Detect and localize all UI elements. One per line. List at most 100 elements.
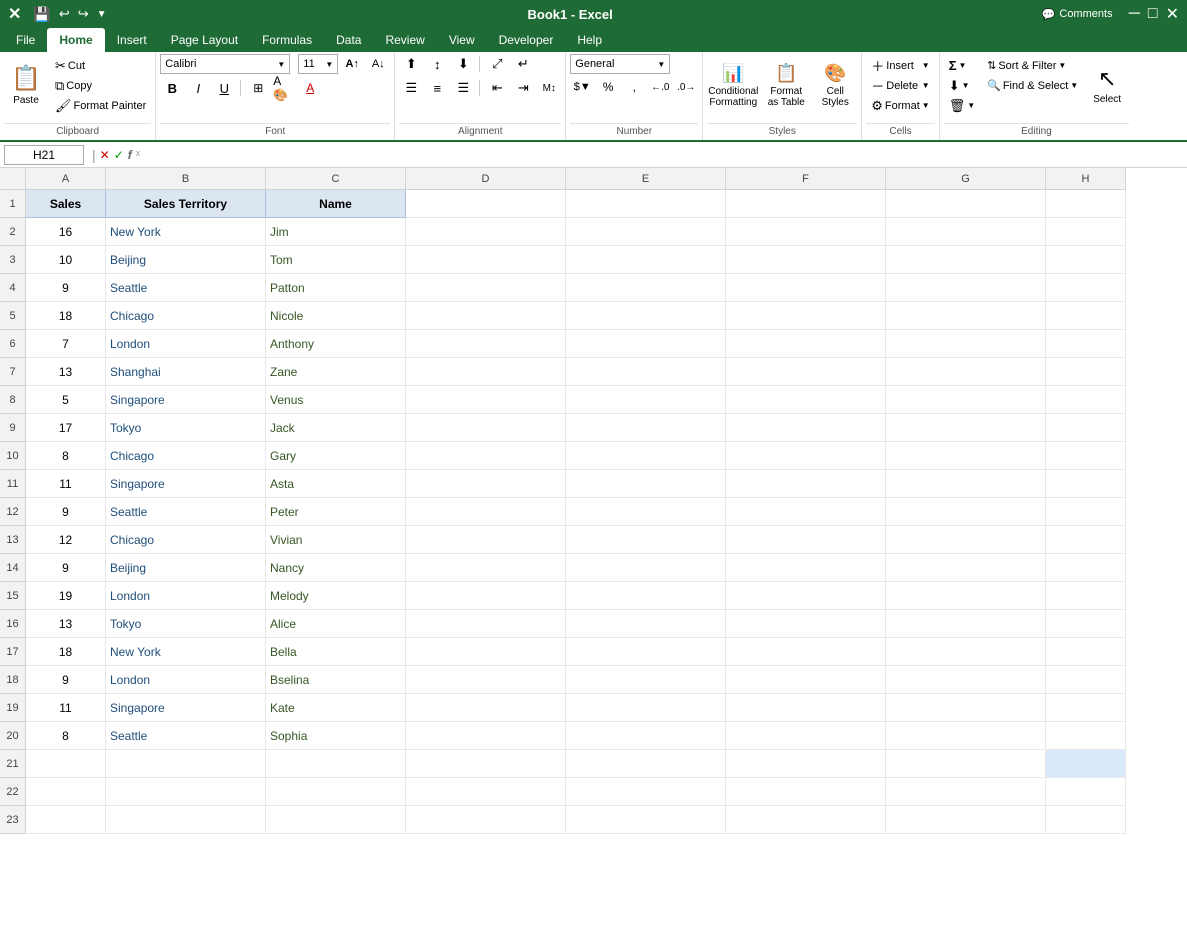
cell-b3[interactable]: Beijing xyxy=(106,246,266,274)
cell-h10[interactable] xyxy=(1046,442,1126,470)
cell-h16[interactable] xyxy=(1046,610,1126,638)
paste-button[interactable]: 📋 Paste xyxy=(4,54,48,116)
cell-b23[interactable] xyxy=(106,806,266,834)
col-header-h[interactable]: H xyxy=(1046,168,1126,190)
cell-e7[interactable] xyxy=(566,358,726,386)
cell-e12[interactable] xyxy=(566,498,726,526)
cell-d4[interactable] xyxy=(406,274,566,302)
tab-view[interactable]: View xyxy=(437,28,487,52)
comments-button[interactable]: 💬 Comments xyxy=(1034,6,1121,23)
cell-a20[interactable]: 8 xyxy=(26,722,106,750)
cell-a8[interactable]: 5 xyxy=(26,386,106,414)
row-num-11[interactable]: 11 xyxy=(0,470,26,498)
cell-f8[interactable] xyxy=(726,386,886,414)
row-num-9[interactable]: 9 xyxy=(0,414,26,442)
maximize-button[interactable]: □ xyxy=(1148,5,1158,23)
cell-g14[interactable] xyxy=(886,554,1046,582)
cell-b14[interactable]: Beijing xyxy=(106,554,266,582)
cell-e8[interactable] xyxy=(566,386,726,414)
cell-c10[interactable]: Gary xyxy=(266,442,406,470)
cell-b19[interactable]: Singapore xyxy=(106,694,266,722)
italic-button[interactable]: I xyxy=(186,78,210,98)
cell-d14[interactable] xyxy=(406,554,566,582)
cell-d11[interactable] xyxy=(406,470,566,498)
cell-f11[interactable] xyxy=(726,470,886,498)
cell-e1[interactable] xyxy=(566,190,726,218)
cell-d10[interactable] xyxy=(406,442,566,470)
tab-help[interactable]: Help xyxy=(565,28,614,52)
cell-g16[interactable] xyxy=(886,610,1046,638)
cell-c13[interactable]: Vivian xyxy=(266,526,406,554)
decrease-indent-button[interactable]: ⇤ xyxy=(485,78,509,98)
cell-b20[interactable]: Seattle xyxy=(106,722,266,750)
align-bottom-button[interactable]: ⬇ xyxy=(451,54,475,74)
cell-g18[interactable] xyxy=(886,666,1046,694)
increase-indent-button[interactable]: ⇥ xyxy=(511,78,535,98)
cell-b6[interactable]: London xyxy=(106,330,266,358)
cell-c5[interactable]: Nicole xyxy=(266,302,406,330)
row-num-3[interactable]: 3 xyxy=(0,246,26,274)
tab-page-layout[interactable]: Page Layout xyxy=(159,28,250,52)
cell-a2[interactable]: 16 xyxy=(26,218,106,246)
copy-button[interactable]: ⧉ Copy xyxy=(50,76,151,95)
cell-b13[interactable]: Chicago xyxy=(106,526,266,554)
cell-f9[interactable] xyxy=(726,414,886,442)
cell-e17[interactable] xyxy=(566,638,726,666)
row-num-8[interactable]: 8 xyxy=(0,386,26,414)
cell-g2[interactable] xyxy=(886,218,1046,246)
cell-h17[interactable] xyxy=(1046,638,1126,666)
tab-review[interactable]: Review xyxy=(373,28,436,52)
cell-b21[interactable] xyxy=(106,750,266,778)
cell-b18[interactable]: London xyxy=(106,666,266,694)
cell-c21[interactable] xyxy=(266,750,406,778)
cell-g6[interactable] xyxy=(886,330,1046,358)
increase-font-size-button[interactable]: A↑ xyxy=(340,54,364,74)
cut-button[interactable]: ✂ Cut xyxy=(50,56,151,75)
cell-c3[interactable]: Tom xyxy=(266,246,406,274)
qa-undo[interactable]: ↩ xyxy=(59,6,70,22)
cell-f22[interactable] xyxy=(726,778,886,806)
cell-h13[interactable] xyxy=(1046,526,1126,554)
cell-e5[interactable] xyxy=(566,302,726,330)
cell-e19[interactable] xyxy=(566,694,726,722)
cell-h3[interactable] xyxy=(1046,246,1126,274)
cell-h15[interactable] xyxy=(1046,582,1126,610)
cell-a16[interactable]: 13 xyxy=(26,610,106,638)
cell-c15[interactable]: Melody xyxy=(266,582,406,610)
cell-g15[interactable] xyxy=(886,582,1046,610)
cell-g23[interactable] xyxy=(886,806,1046,834)
cell-d18[interactable] xyxy=(406,666,566,694)
row-num-21[interactable]: 21 xyxy=(0,750,26,778)
borders-button[interactable]: ⊞ xyxy=(246,78,270,98)
row-num-5[interactable]: 5 xyxy=(0,302,26,330)
cell-e3[interactable] xyxy=(566,246,726,274)
cell-h7[interactable] xyxy=(1046,358,1126,386)
angle-text-button[interactable]: ⤢ xyxy=(485,54,509,74)
cell-g3[interactable] xyxy=(886,246,1046,274)
cell-f15[interactable] xyxy=(726,582,886,610)
cell-g22[interactable] xyxy=(886,778,1046,806)
row-num-20[interactable]: 20 xyxy=(0,722,26,750)
cell-c18[interactable]: Bselina xyxy=(266,666,406,694)
cell-b22[interactable] xyxy=(106,778,266,806)
bold-button[interactable]: B xyxy=(160,78,184,98)
align-right-button[interactable]: ☰ xyxy=(451,78,475,98)
cell-g19[interactable] xyxy=(886,694,1046,722)
row-num-18[interactable]: 18 xyxy=(0,666,26,694)
cell-f23[interactable] xyxy=(726,806,886,834)
select-button[interactable]: ↖ Select xyxy=(1085,54,1129,116)
col-header-g[interactable]: G xyxy=(886,168,1046,190)
align-top-button[interactable]: ⬆ xyxy=(399,54,423,74)
cell-d3[interactable] xyxy=(406,246,566,274)
cell-b10[interactable]: Chicago xyxy=(106,442,266,470)
row-num-4[interactable]: 4 xyxy=(0,274,26,302)
clear-button[interactable]: 🗑 ▼ xyxy=(944,96,980,115)
col-header-f[interactable]: F xyxy=(726,168,886,190)
qa-customize[interactable]: ▼ xyxy=(97,9,107,20)
row-num-17[interactable]: 17 xyxy=(0,638,26,666)
cell-a18[interactable]: 9 xyxy=(26,666,106,694)
cell-a4[interactable]: 9 xyxy=(26,274,106,302)
cell-f16[interactable] xyxy=(726,610,886,638)
cell-c11[interactable]: Asta xyxy=(266,470,406,498)
cell-a7[interactable]: 13 xyxy=(26,358,106,386)
